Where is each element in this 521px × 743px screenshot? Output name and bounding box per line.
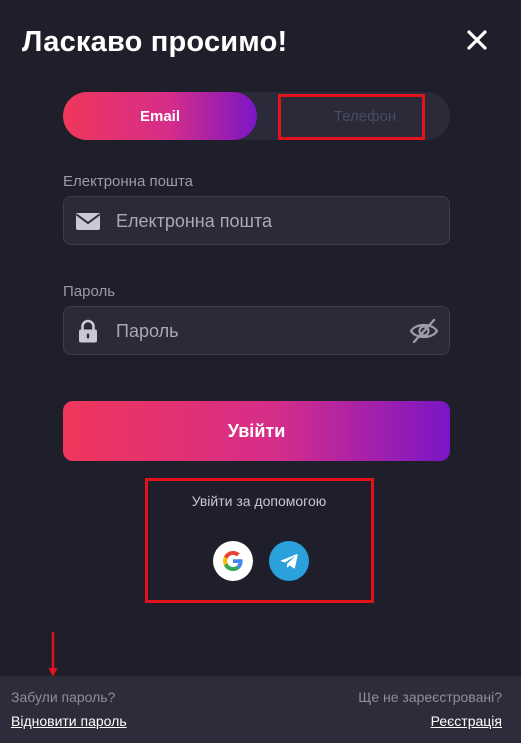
register-link[interactable]: Реєстрація	[431, 713, 502, 729]
tab-email[interactable]: Email	[63, 92, 257, 140]
envelope-icon	[75, 213, 101, 230]
login-button[interactable]: Увійти	[63, 401, 450, 461]
forgot-password-question: Забули пароль?	[11, 689, 116, 705]
telegram-login-button[interactable]	[269, 541, 309, 581]
lock-icon	[79, 319, 97, 343]
email-label: Електронна пошта	[63, 173, 194, 190]
telegram-icon	[280, 554, 298, 569]
tab-phone[interactable]: Телефон	[279, 92, 451, 140]
password-label: Пароль	[63, 283, 116, 300]
email-input[interactable]	[114, 197, 408, 246]
login-method-tabs: Email Телефон	[63, 92, 450, 140]
google-icon	[223, 551, 243, 571]
google-login-button[interactable]	[213, 541, 253, 581]
not-registered-question: Ще не зареєстровані?	[358, 689, 502, 705]
eye-slash-icon[interactable]	[409, 317, 439, 345]
password-input[interactable]	[114, 307, 408, 356]
red-arrow-annotation	[48, 632, 58, 677]
close-icon[interactable]	[464, 27, 490, 53]
restore-password-link[interactable]: Відновити пароль	[11, 713, 127, 729]
footer-bar: Забули пароль? Відновити пароль Ще не за…	[0, 676, 521, 743]
page-title: Ласкаво просимо!	[22, 26, 288, 58]
password-field-wrapper	[63, 306, 450, 356]
social-login-title: Увійти за допомогою	[191, 493, 327, 509]
email-field-wrapper	[63, 196, 450, 246]
